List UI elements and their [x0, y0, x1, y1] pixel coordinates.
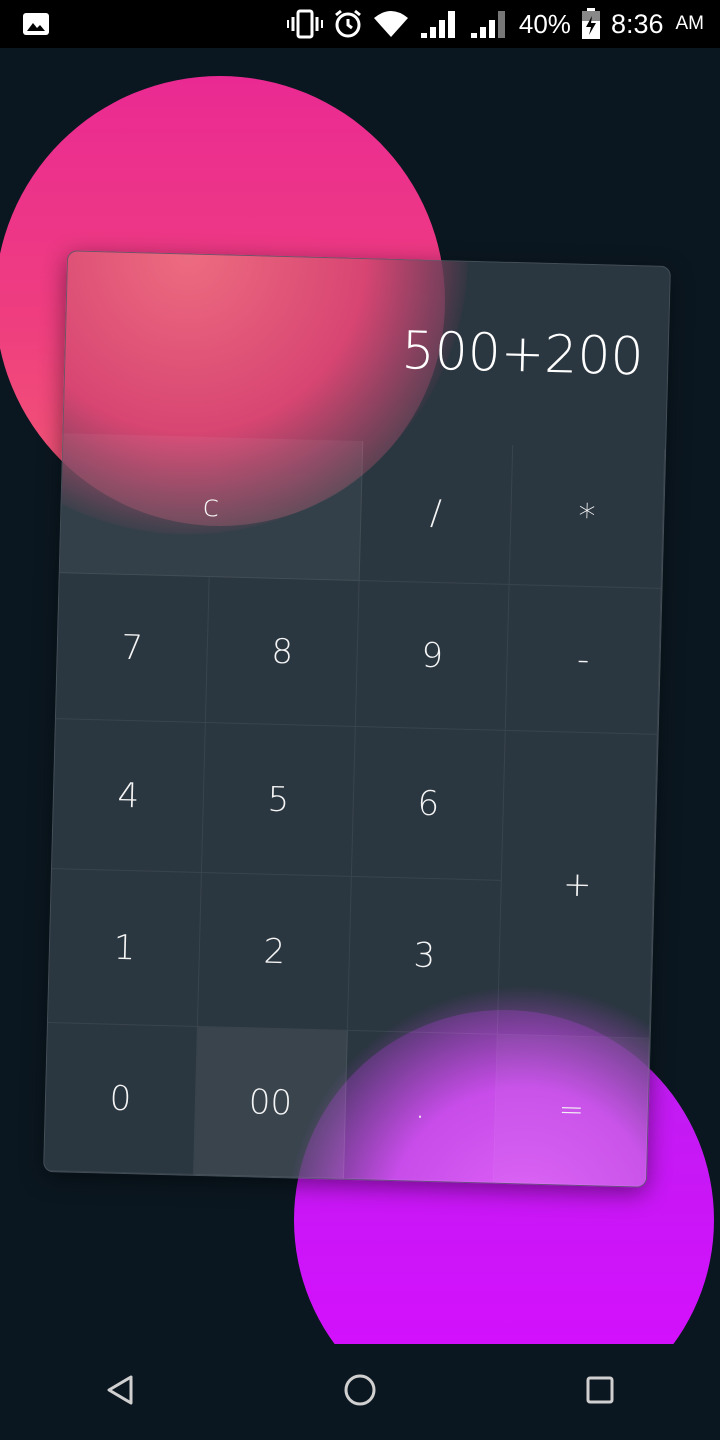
signal-icon: [419, 9, 459, 39]
back-icon: [105, 1374, 135, 1410]
digit-8-button[interactable]: 8: [205, 577, 360, 727]
plus-button[interactable]: +: [497, 730, 658, 1039]
battery-percent: 40%: [518, 8, 571, 39]
recents-icon: [585, 1375, 615, 1409]
digit-4-button[interactable]: 4: [51, 719, 206, 873]
digit-9-button[interactable]: 9: [355, 581, 510, 731]
alarm-icon: [333, 9, 363, 39]
digit-2-button[interactable]: 2: [197, 872, 352, 1031]
digit-3-button[interactable]: 3: [347, 876, 502, 1035]
clear-button[interactable]: c: [59, 433, 364, 582]
double-zero-button[interactable]: 00: [194, 1026, 348, 1179]
battery-charging-icon: [581, 8, 601, 40]
multiply-button[interactable]: *: [509, 444, 666, 589]
decimal-button[interactable]: .: [343, 1030, 498, 1183]
back-button[interactable]: [90, 1362, 150, 1422]
digit-7-button[interactable]: 7: [55, 573, 210, 724]
calculator-display: 500+200: [400, 321, 645, 388]
keypad: c / * 7 8 9 - 4 5 6 + 1 2 3 0 00 . =: [44, 433, 666, 1187]
home-icon: [343, 1373, 377, 1411]
home-button[interactable]: [330, 1362, 390, 1422]
calculator-card: 500+200 c / * 7 8 9 - 4 5 6 + 1 2 3 0 00…: [43, 250, 671, 1188]
minus-button[interactable]: -: [505, 584, 662, 735]
equals-button[interactable]: =: [493, 1034, 650, 1187]
vibrate-icon: [286, 9, 323, 39]
image-icon: [22, 12, 50, 36]
wifi-icon: [373, 10, 409, 38]
digit-5-button[interactable]: 5: [201, 723, 356, 877]
digit-6-button[interactable]: 6: [351, 726, 506, 881]
clock-time: 8:36: [610, 8, 664, 39]
clock-ampm: AM: [675, 13, 705, 34]
navigation-bar: [0, 1344, 720, 1440]
status-bar: 40% 8:36 AM: [0, 0, 720, 48]
divide-button[interactable]: /: [359, 441, 514, 585]
recents-button[interactable]: [570, 1362, 630, 1422]
signal-icon-2: [469, 9, 509, 39]
digit-1-button[interactable]: 1: [47, 869, 202, 1027]
digit-0-button[interactable]: 0: [44, 1023, 198, 1175]
